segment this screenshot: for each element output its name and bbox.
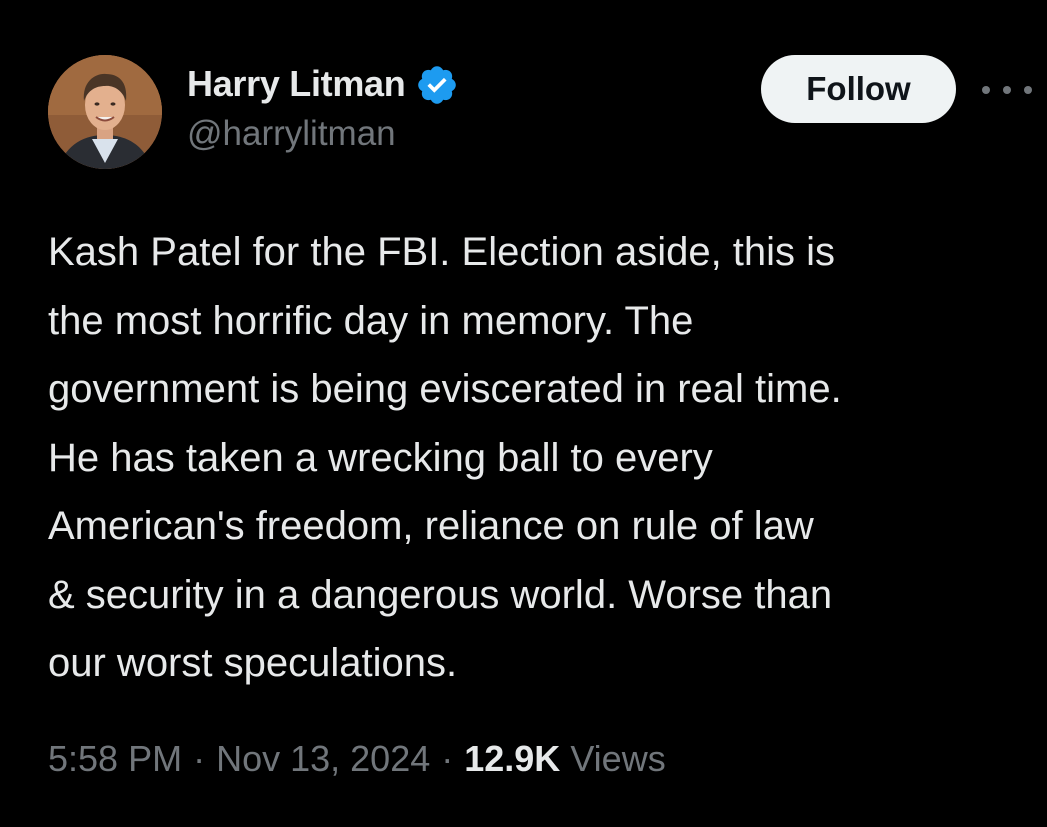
more-dot (1003, 86, 1011, 94)
tweet-card: Harry Litman @harrylitman Follow Kash Pa… (0, 0, 1047, 827)
tweet-text-line: Kash Patel for the FBI. Election aside, … (48, 230, 836, 274)
author-display-name[interactable]: Harry Litman (187, 63, 406, 105)
more-dot (982, 86, 990, 94)
tweet-text-line: the most horrific day in memory. The (48, 298, 694, 343)
views-count[interactable]: 12.9K (464, 738, 560, 780)
tweet-text-line: government is being eviscerated in real … (48, 367, 842, 411)
meta-separator: · (193, 738, 206, 779)
tweet-text: Kash Patel for the FBI. Election aside, … (48, 218, 1038, 698)
tweet-text-line: our worst speculations. (48, 641, 458, 685)
author-handle[interactable]: @harrylitman (187, 114, 396, 154)
tweet-text-line: American's freedom, reliance on rule of … (48, 504, 814, 548)
follow-button[interactable]: Follow (761, 55, 956, 123)
tweet-text-line: & security in a dangerous world. Worse t… (48, 572, 833, 617)
verified-badge-icon[interactable] (415, 63, 459, 107)
tweet-meta: 5:58 PM · Nov 13, 2024 · 12.9K Views (48, 738, 666, 780)
tweet-text-line: He has taken a wrecking ball to every (48, 435, 713, 480)
tweet-time[interactable]: 5:58 PM (48, 738, 182, 780)
views-label: Views (570, 738, 666, 779)
meta-separator: · (441, 738, 454, 779)
more-dot (1024, 86, 1032, 94)
avatar[interactable] (48, 55, 162, 169)
profile-photo-icon (48, 55, 162, 169)
author-name-row: Harry Litman (187, 60, 459, 108)
more-options-icon[interactable] (982, 78, 1032, 102)
tweet-date[interactable]: Nov 13, 2024 (216, 738, 430, 780)
